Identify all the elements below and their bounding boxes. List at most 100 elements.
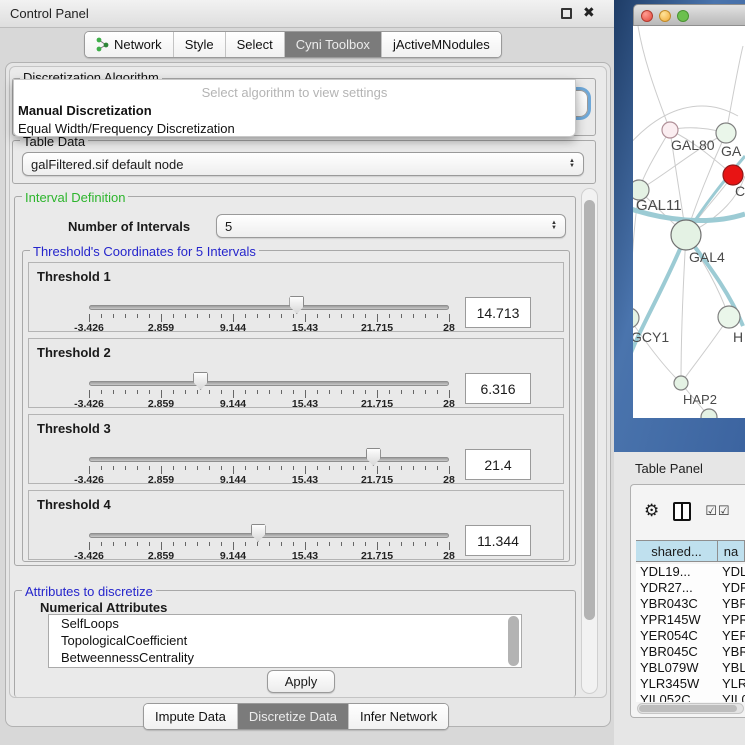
- tick-mark: [233, 390, 234, 398]
- table-column-header[interactable]: shared...: [636, 541, 718, 561]
- table-cell: YLR345W: [636, 676, 718, 692]
- numerical-attributes-list[interactable]: SelfLoopsTopologicalCoefficientBetweenne…: [48, 614, 522, 668]
- tick-mark: [245, 466, 246, 470]
- algorithm-option[interactable]: Equal Width/Frequency Discretization: [14, 120, 575, 138]
- table-data-combobox-value: galFiltered.sif default node: [31, 157, 183, 172]
- tick-labels: -3.4262.8599.14415.4321.71528: [89, 550, 449, 561]
- tick-mark: [89, 466, 90, 474]
- tab-label: Cyni Toolbox: [296, 37, 370, 52]
- tab-style[interactable]: Style: [173, 32, 225, 57]
- spinner-arrows-icon: ▲▼: [551, 221, 557, 231]
- table-row[interactable]: YPR145WYPR1: [636, 612, 745, 628]
- slider-thumb[interactable]: [366, 448, 381, 466]
- tick-mark: [329, 314, 330, 318]
- tick-label: 2.859: [148, 474, 174, 486]
- tick-mark: [209, 314, 210, 318]
- table-row[interactable]: YBR043CYBR0: [636, 596, 745, 612]
- slider-track[interactable]: [89, 457, 449, 462]
- tab-jactivemnodules[interactable]: jActiveMNodules: [381, 32, 501, 57]
- tab-cyni-toolbox[interactable]: Cyni Toolbox: [284, 32, 381, 57]
- algorithm-dropdown-popup: Select algorithm to view settings Manual…: [13, 79, 576, 137]
- network-node[interactable]: [674, 376, 688, 390]
- apply-button[interactable]: Apply: [267, 670, 335, 693]
- slider-track[interactable]: [89, 533, 449, 538]
- network-node[interactable]: [716, 123, 736, 143]
- slider-thumb[interactable]: [251, 524, 266, 542]
- network-node[interactable]: [671, 220, 701, 250]
- slider-track[interactable]: [89, 381, 449, 386]
- attribute-list-item[interactable]: SelfLoops: [49, 615, 521, 632]
- tick-mark: [365, 542, 366, 546]
- table-row[interactable]: YBR045CYBR0: [636, 644, 745, 660]
- tab-select[interactable]: Select: [225, 32, 284, 57]
- close-traffic-light-icon[interactable]: [641, 10, 653, 22]
- table-horizontal-scrollbar[interactable]: [637, 703, 744, 714]
- close-icon[interactable]: ✖: [583, 4, 595, 21]
- tick-label: 28: [443, 322, 455, 334]
- attribute-list-scrollbar[interactable]: [508, 616, 519, 666]
- threshold-label: Threshold 2: [37, 345, 111, 360]
- checkboxes-icon[interactable]: ☑☑: [705, 503, 730, 519]
- network-node[interactable]: [662, 122, 678, 138]
- tick-mark: [173, 466, 174, 470]
- threshold-label: Threshold 4: [37, 497, 111, 512]
- table-row[interactable]: YLR345WYLR3: [636, 676, 745, 692]
- tick-label: 28: [443, 398, 455, 410]
- table-cell: YLR3: [718, 676, 745, 692]
- tick-mark: [257, 466, 258, 470]
- network-canvas[interactable]: GAL80GAGAL11CGAL4GCY1HHAP2: [633, 26, 745, 418]
- tick-labels: -3.4262.8599.14415.4321.71528: [89, 398, 449, 409]
- tick-mark: [437, 390, 438, 394]
- network-window-titlebar[interactable]: [633, 4, 745, 26]
- tick-mark: [341, 542, 342, 546]
- attribute-list-item[interactable]: BetweennessCentrality: [49, 649, 521, 666]
- panel-scrollbar-thumb[interactable]: [584, 200, 595, 620]
- table-column-header[interactable]: na: [718, 541, 745, 561]
- table-panel-title: Table Panel: [635, 461, 703, 476]
- tick-mark: [173, 542, 174, 546]
- tab-discretize-data[interactable]: Discretize Data: [237, 704, 348, 729]
- network-edge: [681, 235, 686, 383]
- table-row[interactable]: YER054CYER0: [636, 628, 745, 644]
- number-of-intervals-combobox[interactable]: 5 ▲▼: [216, 214, 566, 238]
- slider-track[interactable]: [89, 305, 449, 310]
- network-node-label: GA: [721, 143, 742, 159]
- table-row[interactable]: YBL079WYBL0: [636, 660, 745, 676]
- gear-icon[interactable]: ⚙: [644, 501, 659, 521]
- attribute-list-item[interactable]: TopologicalCoefficient: [49, 632, 521, 649]
- tick-mark: [125, 466, 126, 470]
- network-node-label: GAL4: [689, 249, 725, 265]
- tab-impute-data[interactable]: Impute Data: [144, 704, 237, 729]
- table-row[interactable]: YDR27...YDR2: [636, 580, 745, 596]
- slider-thumb[interactable]: [193, 372, 208, 390]
- tick-mark: [377, 390, 378, 398]
- tick-mark: [101, 466, 102, 470]
- table-hscroll-thumb[interactable]: [639, 705, 737, 712]
- threshold-label: Threshold 1: [37, 269, 111, 284]
- float-window-icon[interactable]: [561, 8, 572, 19]
- minimize-traffic-light-icon[interactable]: [659, 10, 671, 22]
- table-row[interactable]: YIL052CYIL0: [636, 692, 745, 702]
- slider-thumb[interactable]: [289, 296, 304, 314]
- network-node[interactable]: [723, 165, 743, 185]
- tab-network[interactable]: Network: [85, 32, 173, 57]
- columns-icon[interactable]: [673, 502, 691, 521]
- tick-mark: [233, 314, 234, 322]
- zoom-traffic-light-icon[interactable]: [677, 10, 689, 22]
- network-node[interactable]: [633, 308, 639, 328]
- tab-infer-network[interactable]: Infer Network: [348, 704, 448, 729]
- algorithm-option[interactable]: Manual Discretization: [14, 102, 575, 120]
- network-node-label: GAL80: [671, 137, 715, 153]
- table-data-combobox[interactable]: galFiltered.sif default node ▲▼: [22, 152, 584, 176]
- network-node[interactable]: [718, 306, 740, 328]
- tick-mark: [389, 390, 390, 394]
- threshold-value-field[interactable]: 21.4: [465, 449, 531, 480]
- threshold-value-field[interactable]: 11.344: [465, 525, 531, 556]
- threshold-value-field[interactable]: 14.713: [465, 297, 531, 328]
- threshold-value-field[interactable]: 6.316: [465, 373, 531, 404]
- tick-mark: [377, 542, 378, 550]
- table-row[interactable]: YDL19...YDL1: [636, 564, 745, 580]
- tick-mark: [281, 390, 282, 394]
- tick-mark: [101, 542, 102, 546]
- tab-label: Select: [237, 37, 273, 52]
